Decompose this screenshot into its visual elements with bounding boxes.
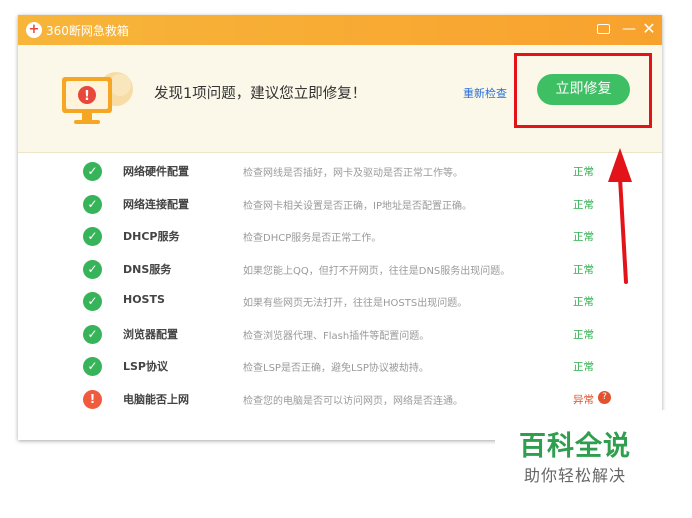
check-item-name: 网络硬件配置 — [123, 165, 189, 178]
ok-status-icon: ✓ — [83, 259, 102, 279]
close-button[interactable]: ✕ — [640, 20, 658, 38]
red-arrow-annotation — [608, 148, 632, 284]
ok-status-icon: ✓ — [83, 194, 102, 214]
ok-status-icon: ✓ — [83, 162, 102, 181]
recheck-link[interactable]: 重新检查 — [463, 85, 507, 101]
watermark-subtitle: 助你轻松解决 — [524, 466, 627, 485]
watermark-title: 百科全说 — [519, 431, 631, 462]
help-icon[interactable]: ? — [598, 390, 611, 404]
check-item-description: 检查网卡相关设置是否正确，IP地址是否配置正确。 — [243, 200, 472, 212]
check-item-description: 如果有些网页无法打开，往往是HOSTS出现问题。 — [243, 298, 468, 309]
title-bar[interactable]: + 360断网急救箱 — ✕ — [18, 15, 662, 45]
app-window: + 360断网急救箱 — ✕ ! 发现1项问题，建议您立即修复！ 重新检查 立即… — [18, 15, 662, 440]
check-item-name: LSP协议 — [123, 360, 168, 373]
ok-status-icon: ✓ — [83, 292, 102, 311]
check-item-name: HOSTS — [123, 293, 165, 306]
window-title: 360断网急救箱 — [46, 24, 129, 38]
check-item-name: 网络连接配置 — [123, 197, 189, 211]
check-item-row: ✓ DNS服务 如果您能上QQ，但打不开网页，往往是DNS服务出现问题。 正常 — [18, 253, 662, 285]
check-item-description: 检查LSP是否正确，避免LSP协议被劫持。 — [243, 363, 429, 374]
check-item-status: 正常 — [573, 231, 594, 243]
highlight-box — [514, 53, 652, 128]
check-item-name: DNS服务 — [123, 262, 172, 276]
check-item-status: 正常 — [573, 361, 594, 373]
ok-status-icon: ✓ — [83, 324, 102, 344]
scan-result-headline: 发现1项问题，建议您立即修复！ — [154, 86, 367, 102]
check-item-description: 检查DHCP服务是否正常工作。 — [243, 233, 382, 244]
check-item-row: ✓ DHCP服务 检查DHCP服务是否正常工作。 正常 — [18, 220, 662, 252]
check-item-name: DHCP服务 — [123, 230, 180, 243]
monitor-warning-icon: ! — [62, 72, 133, 124]
check-item-status: 正常 — [573, 166, 594, 178]
check-item-name: 电脑能否上网 — [123, 392, 189, 406]
check-item-row: ✓ 网络连接配置 检查网卡相关设置是否正确，IP地址是否配置正确。 正常 — [18, 188, 662, 220]
check-item-description: 如果您能上QQ，但打不开网页，往往是DNS服务出现问题。 — [243, 265, 511, 277]
app-logo-icon: + — [26, 22, 42, 38]
error-status-icon: ! — [83, 389, 102, 409]
check-item-row: ✓ HOSTS 如果有些网页无法打开，往往是HOSTS出现问题。 正常 — [18, 285, 662, 317]
check-item-row: ✓ 网络硬件配置 检查网线是否插好，网卡及驱动是否正常工作等。 正常 — [18, 155, 662, 187]
check-item-row: ✓ 浏览器配置 检查浏览器代理、Flash插件等配置问题。 正常 — [18, 318, 662, 350]
check-item-row: ✓ LSP协议 检查LSP是否正确，避免LSP协议被劫持。 正常 — [18, 350, 662, 382]
check-item-description: 检查您的电脑是否可以访问网页，网络是否连通。 — [243, 395, 463, 407]
check-item-status: 异常 — [573, 393, 594, 406]
ok-status-icon: ✓ — [83, 227, 102, 246]
check-item-status: 正常 — [573, 198, 594, 211]
minimize-button[interactable]: — — [620, 20, 638, 38]
ok-status-icon: ✓ — [83, 357, 102, 376]
check-item-name: 浏览器配置 — [123, 327, 178, 341]
result-header: ! 发现1项问题，建议您立即修复！ 重新检查 立即修复 — [18, 45, 662, 153]
feedback-icon[interactable] — [594, 20, 612, 38]
check-item-status: 正常 — [573, 263, 594, 276]
check-item-status: 正常 — [573, 328, 594, 341]
check-item-description: 检查网线是否插好，网卡及驱动是否正常工作等。 — [243, 168, 463, 179]
warning-mark: ! — [84, 89, 90, 104]
check-item-description: 检查浏览器代理、Flash插件等配置问题。 — [243, 330, 430, 342]
check-item-status: 正常 — [573, 296, 594, 308]
